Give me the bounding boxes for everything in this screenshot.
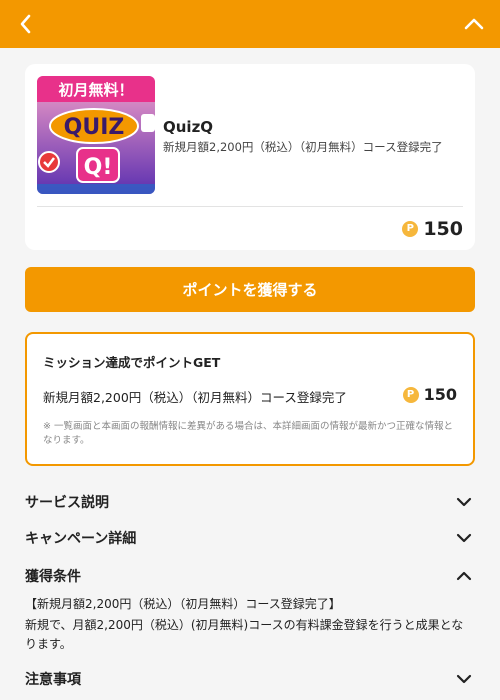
mission-row-label: 新規月額2,200円（税込）（初月無料）コース登録完了 [43, 390, 347, 405]
chevron-down-icon [456, 533, 472, 543]
chevron-down-icon [456, 674, 472, 684]
offer-points: P 150 [402, 218, 463, 240]
chevron-up-icon[interactable] [462, 12, 486, 36]
offer-card: 初月無料！ QUIZ Q! QuizQ 新規月額2,200円（税込）（初月無料）… [25, 64, 475, 250]
conditions-body: 新規で、月額2,200円（税込）(初月無料)コースの有料課金登録を行うと成果とな… [25, 618, 464, 651]
offer-points-value: 150 [423, 218, 463, 240]
conditions-title: 【新規月額2,200円（税込）（初月無料）コース登録完了】 [25, 597, 341, 611]
chevron-down-icon [456, 497, 472, 507]
header-bar [0, 0, 500, 48]
app-name: QuizQ [163, 118, 214, 136]
chevron-left-icon[interactable] [14, 12, 38, 36]
accordion-service-description[interactable]: サービス説明 [25, 489, 475, 515]
app-thumbnail: 初月無料！ QUIZ Q! [37, 76, 155, 194]
mission-note: ※ 一覧画面と本画面の報酬情報に差異がある場合は、本詳細画面の情報が最新かつ正確… [43, 421, 453, 446]
thumbnail-logo-line1: QUIZ [64, 115, 125, 140]
mission-points-value: 150 [423, 385, 457, 404]
accordion-label: 注意事項 [25, 672, 81, 688]
app-description: 新規月額2,200円（税込）（初月無料）コース登録完了 [163, 140, 443, 154]
accordion-label: サービス説明 [25, 495, 109, 511]
chevron-up-icon [456, 571, 472, 581]
mission-row-points: P 150 [402, 385, 457, 404]
mission-title: ミッション達成でポイントGET [43, 355, 221, 370]
point-coin-icon: P [402, 221, 419, 237]
mission-box: ミッション達成でポイントGET 新規月額2,200円（税込）（初月無料）コース登… [25, 332, 475, 466]
accordion-campaign-details[interactable]: キャンペーン詳細 [25, 525, 475, 551]
accordion-label: 獲得条件 [25, 569, 81, 585]
accordion-notes[interactable]: 注意事項 [25, 666, 475, 692]
accordion-label: キャンペーン詳細 [25, 531, 137, 547]
accordion-acquisition-conditions[interactable]: 獲得条件 [25, 563, 475, 589]
get-points-button[interactable]: ポイントを獲得する [25, 267, 475, 312]
divider [37, 206, 463, 207]
thumbnail-banner-text: 初月無料！ [58, 81, 133, 99]
point-coin-icon: P [402, 386, 419, 403]
thumbnail-logo-line2: Q! [84, 155, 113, 180]
